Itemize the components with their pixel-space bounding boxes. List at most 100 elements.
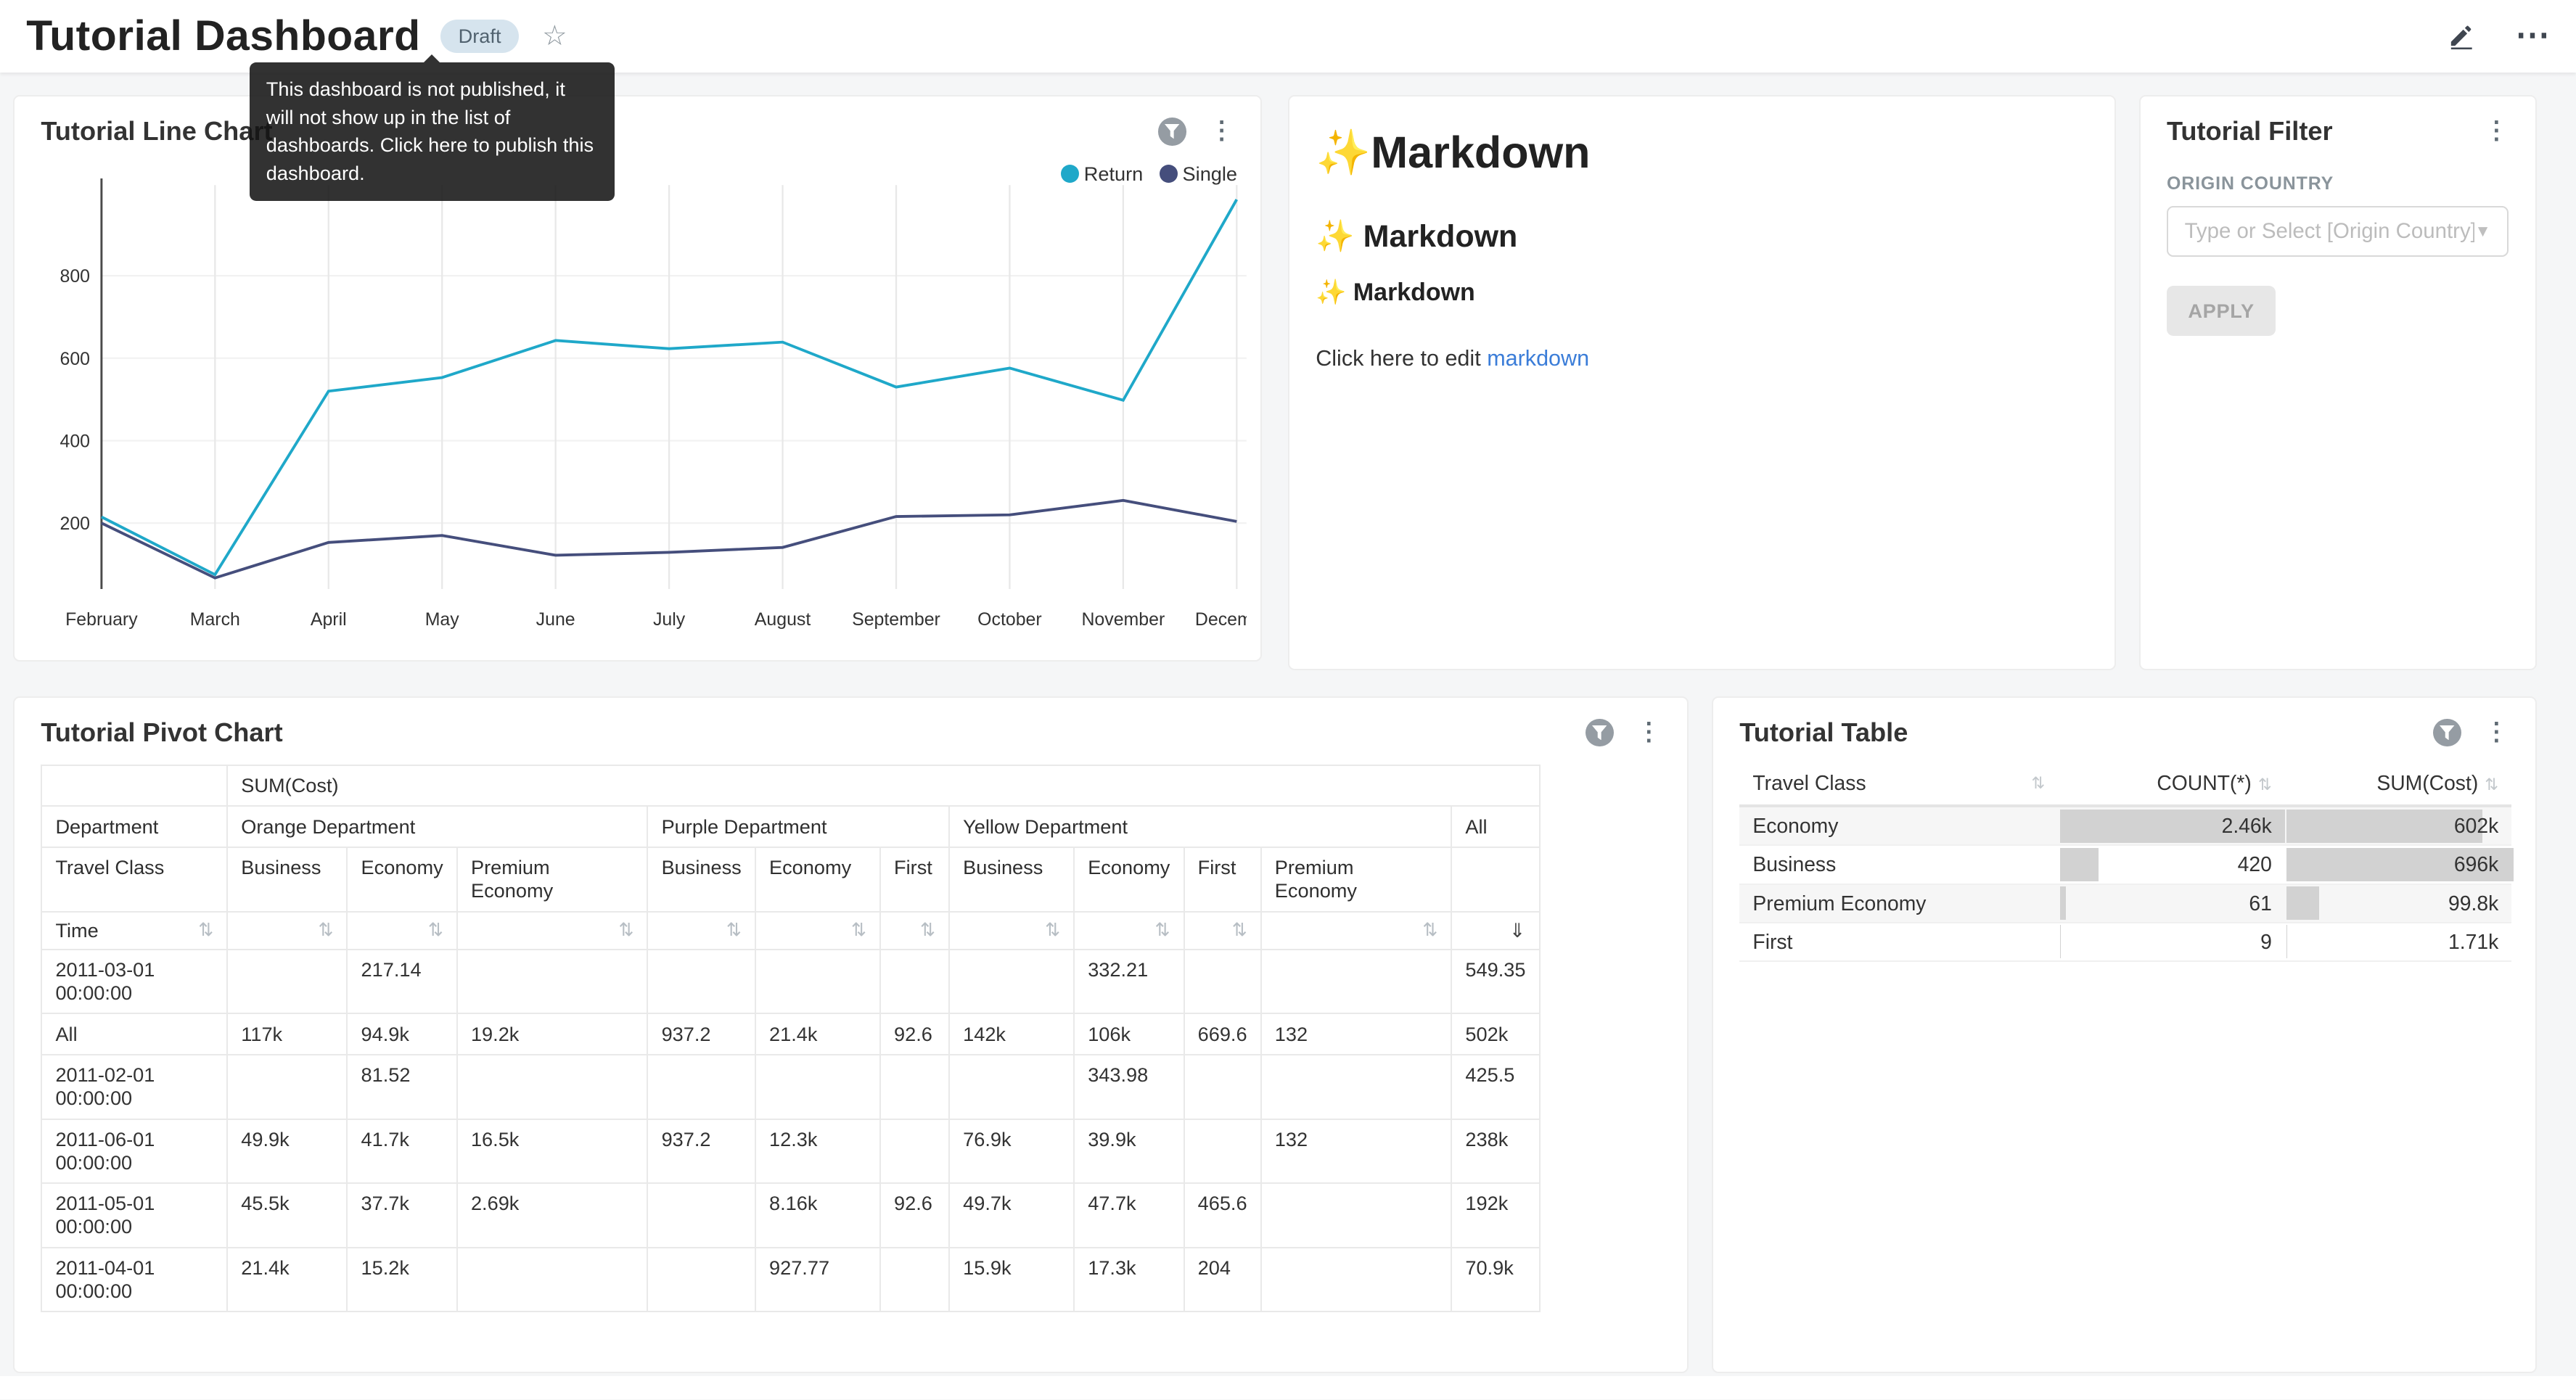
table-card: Tutorial Table ⋮ Travel Class⇅ COUNT(*)⇅… [1712, 696, 2537, 1373]
pivot-row-header: 2011-05-01 00:00:00 [41, 1183, 227, 1248]
pivot-cell: 92.6 [880, 1183, 949, 1248]
pivot-cell [1184, 1055, 1261, 1119]
pivot-cell: 937.2 [647, 1119, 755, 1184]
sort-icon[interactable]: ⇓ [1509, 919, 1526, 942]
kebab-menu-icon[interactable]: ⋮ [1636, 720, 1661, 745]
pivot-row: 2011-03-01 00:00:00217.14332.21549.35 [41, 950, 1539, 1014]
card-header: Tutorial Pivot Chart ⋮ [15, 698, 1687, 754]
pivot-cell [1261, 950, 1452, 1014]
markdown-h2: ✨ Markdown [1316, 218, 2088, 255]
travel-class-cell: First [1739, 923, 2058, 961]
pivot-cell: 17.3k [1074, 1248, 1184, 1312]
pivot-cell: 106k [1074, 1013, 1184, 1055]
svg-text:August: August [755, 609, 811, 630]
ellipsis-menu-icon[interactable]: ⋯ [2515, 28, 2550, 44]
pivot-metric-header: SUM(Cost) [227, 765, 1539, 807]
svg-text:December: December [1195, 609, 1247, 630]
edit-dashboard-icon[interactable] [2448, 22, 2475, 50]
pivot-table: SUM(Cost)DepartmentOrange DepartmentPurp… [41, 765, 1540, 1313]
table-row: Economy2.46k602k [1739, 806, 2511, 845]
travel-class-cell: Business [1739, 845, 2058, 884]
markdown-edit-link[interactable]: markdown [1487, 346, 1589, 371]
count-bar [2060, 848, 2099, 882]
sort-icon[interactable]: ⇅ [2031, 774, 2045, 793]
svg-text:400: 400 [60, 432, 91, 452]
kebab-menu-icon[interactable]: ⋮ [2484, 720, 2509, 745]
pivot-class-col: Business [227, 847, 347, 912]
markdown-h3: ✨ Markdown [1316, 278, 2088, 307]
column-header-sum-cost[interactable]: SUM(Cost)⇅ [2285, 761, 2511, 806]
sort-icon[interactable]: ⇅ [1045, 919, 1060, 942]
sort-icon[interactable]: ⇅ [1155, 919, 1170, 942]
sort-icon[interactable]: ⇅ [428, 919, 443, 942]
filter-indicator-icon[interactable] [2433, 719, 2461, 746]
dashboard-header: Tutorial Dashboard Draft ☆ ⋯ [0, 0, 2576, 73]
pivot-cell [647, 1248, 755, 1312]
sort-icon[interactable]: ⇅ [1422, 919, 1437, 942]
count-cell: 420 [2059, 845, 2285, 884]
pivot-cell: 39.9k [1074, 1119, 1184, 1184]
pivot-cell: 238k [1451, 1119, 1539, 1184]
filter-card-title: Tutorial Filter [2167, 116, 2333, 147]
table-title: Tutorial Table [1739, 717, 1908, 748]
pivot-cell: 204 [1184, 1248, 1261, 1312]
kebab-menu-icon[interactable]: ⋮ [2484, 119, 2509, 144]
table-row: First91.71k [1739, 923, 2511, 961]
data-table: Travel Class⇅ COUNT(*)⇅ SUM(Cost)⇅ Econo… [1739, 761, 2511, 962]
sort-icon[interactable]: ⇅ [2485, 775, 2498, 794]
filter-indicator-icon[interactable] [1158, 118, 1186, 145]
sum-cell: 602k [2285, 806, 2511, 845]
sort-icon[interactable]: ⇅ [318, 919, 333, 942]
table-row: Premium Economy6199.8k [1739, 884, 2511, 923]
apply-button[interactable]: APPLY [2167, 286, 2276, 335]
pivot-row: 2011-06-01 00:00:0049.9k41.7k16.5k937.21… [41, 1119, 1539, 1184]
pivot-cell [457, 950, 648, 1014]
sort-icon[interactable]: ⇅ [920, 919, 935, 942]
svg-text:600: 600 [60, 349, 91, 369]
sort-icon[interactable]: ⇅ [851, 919, 866, 942]
travel-class-cell: Premium Economy [1739, 884, 2058, 923]
origin-country-select[interactable]: Type or Select [Origin Country] ▼ [2167, 206, 2509, 257]
favorite-star-icon[interactable]: ☆ [542, 20, 567, 52]
svg-text:200: 200 [60, 514, 91, 535]
count-cell: 9 [2059, 923, 2285, 961]
sum-bar [2286, 810, 2482, 844]
sum-cell: 1.71k [2285, 923, 2511, 961]
column-header-travel-class[interactable]: Travel Class⇅ [1739, 761, 2058, 806]
pivot-row: All117k94.9k19.2k937.221.4k92.6142k106k6… [41, 1013, 1539, 1055]
dashboard-page: Tutorial Dashboard Draft ☆ ⋯ This dashbo… [0, 0, 2576, 1399]
table-row: Business420696k [1739, 845, 2511, 884]
pivot-row-header: 2011-03-01 00:00:00 [41, 950, 227, 1014]
card-header: Tutorial Line Chart ⋮ [15, 96, 1260, 153]
pivot-group-header: Yellow Department [949, 806, 1451, 847]
kebab-menu-icon[interactable]: ⋮ [1210, 119, 1234, 144]
pivot-cell: 94.9k [347, 1013, 456, 1055]
pivot-cell: 21.4k [227, 1248, 347, 1312]
page-title[interactable]: Tutorial Dashboard [26, 12, 420, 60]
pivot-cell: 76.9k [949, 1119, 1074, 1184]
pivot-cell: 81.52 [347, 1055, 456, 1119]
sort-icon[interactable]: ⇅ [1232, 919, 1247, 942]
svg-text:February: February [65, 609, 138, 630]
pivot-table-container: SUM(Cost)DepartmentOrange DepartmentPurp… [15, 754, 1687, 1322]
column-header-count[interactable]: COUNT(*)⇅ [2059, 761, 2285, 806]
pivot-cell: 41.7k [347, 1119, 456, 1184]
pivot-cell [1261, 1183, 1452, 1248]
pivot-cell: 70.9k [1451, 1248, 1539, 1312]
sort-icon[interactable]: ⇅ [618, 919, 633, 942]
pivot-cell [880, 1055, 949, 1119]
sort-icon[interactable]: ⇅ [2258, 775, 2272, 794]
sort-icon[interactable]: ⇅ [198, 919, 213, 942]
sort-icon[interactable]: ⇅ [726, 919, 742, 942]
line-chart-title: Tutorial Line Chart [41, 116, 272, 147]
pivot-cell [647, 1183, 755, 1248]
pivot-corner-cell [41, 765, 227, 807]
count-cell: 2.46k [2059, 806, 2285, 845]
pivot-cell [880, 1119, 949, 1184]
pivot-cell: 8.16k [755, 1183, 880, 1248]
pivot-cell [949, 950, 1074, 1014]
pivot-cell: 19.2k [457, 1013, 648, 1055]
pivot-cell: 92.6 [880, 1013, 949, 1055]
draft-badge[interactable]: Draft [440, 20, 520, 53]
filter-indicator-icon[interactable] [1586, 719, 1613, 746]
